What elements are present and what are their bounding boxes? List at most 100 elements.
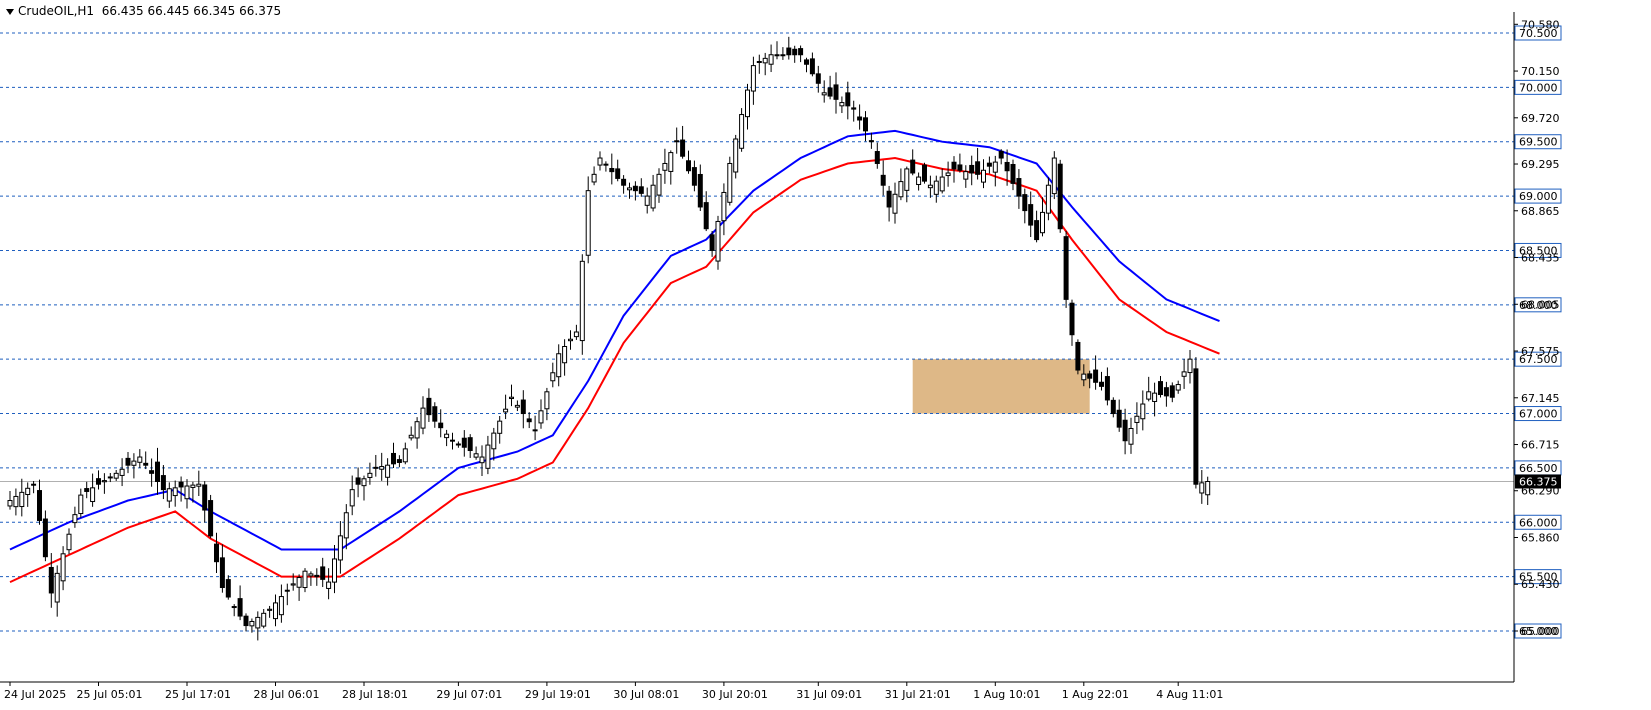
bull-candle (715, 220, 721, 262)
bull-candle (25, 487, 31, 496)
bear-candle (697, 173, 703, 208)
bull-candle (66, 533, 72, 551)
bull-candle (337, 535, 343, 561)
bear-candle (632, 185, 638, 192)
bear-candle (804, 59, 809, 65)
bear-candle (638, 186, 644, 194)
bull-candle (302, 570, 308, 589)
bear-candle (426, 397, 432, 416)
bear-candle (1087, 373, 1093, 379)
bull-candle (172, 487, 178, 497)
bear-candle (143, 462, 149, 466)
bear-candle (1016, 178, 1022, 197)
bear-candle (886, 190, 892, 208)
bear-candle (756, 61, 762, 64)
bear-candle (450, 439, 455, 442)
bull-candle (101, 480, 107, 483)
bear-candle (1116, 409, 1122, 428)
bull-candle (662, 162, 668, 171)
bear-candle (609, 167, 615, 173)
bull-candle (249, 620, 255, 627)
bull-candle (261, 612, 267, 627)
price-tick-label: 70.580 (1521, 18, 1560, 31)
bear-candle (1169, 385, 1175, 398)
bull-candle (768, 54, 774, 65)
bull-candle (627, 187, 632, 191)
time-label: 4 Aug 11:01 (1156, 688, 1223, 701)
bear-candle (910, 159, 916, 174)
time-label: 24 Jul 2025 (4, 688, 66, 701)
price-tick-label: 65.860 (1521, 531, 1560, 544)
bull-candle (491, 432, 497, 450)
bear-candle (845, 92, 851, 107)
bear-candle (1163, 387, 1169, 397)
bear-candle (48, 566, 54, 594)
bull-candle (1187, 358, 1193, 374)
bear-candle (96, 478, 101, 485)
bull-candle (1134, 415, 1140, 423)
bull-candle (514, 404, 520, 408)
bear-candle (709, 234, 715, 251)
price-tick-label: 67.575 (1521, 345, 1560, 358)
bear-candle (1004, 161, 1010, 172)
bull-candle (473, 453, 479, 458)
price-tick-label: 68.005 (1521, 298, 1560, 311)
bear-candle (1069, 302, 1075, 336)
bear-candle (532, 429, 538, 432)
bear-candle (1034, 220, 1040, 241)
bear-candle (149, 470, 155, 474)
time-label: 28 Jul 06:01 (254, 688, 320, 701)
bear-candle (1158, 381, 1163, 396)
bull-candle (568, 338, 573, 342)
price-tick-label: 66.715 (1521, 439, 1560, 452)
bull-candle (31, 483, 37, 486)
menu-triangle-icon[interactable] (6, 8, 14, 15)
time-label: 1 Aug 10:01 (973, 688, 1040, 701)
bull-candle (585, 190, 591, 256)
time-label: 25 Jul 05:01 (77, 688, 143, 701)
supply-zone (912, 359, 1090, 414)
bull-candle (367, 472, 373, 478)
bear-candle (1057, 163, 1063, 230)
bull-candle (166, 488, 172, 502)
bull-candle (579, 260, 585, 342)
bull-candle (455, 443, 461, 446)
bull-candle (290, 583, 296, 586)
bull-candle (745, 89, 750, 118)
bull-candle (408, 434, 414, 439)
bear-candle (526, 418, 532, 423)
time-label: 1 Aug 22:01 (1062, 688, 1129, 701)
bear-candle (969, 164, 975, 174)
time-label: 30 Jul 20:01 (702, 688, 768, 701)
chart-canvas[interactable]: 70.50070.00069.50069.00068.50068.00067.5… (0, 0, 1651, 706)
bull-candle (231, 606, 237, 609)
price-tick-label: 69.720 (1521, 112, 1560, 125)
time-label: 30 Jul 08:01 (613, 688, 679, 701)
bull-candle (184, 485, 190, 500)
bull-candle (137, 456, 143, 463)
bear-candle (986, 162, 992, 167)
bull-candle (1045, 184, 1051, 214)
price-chart[interactable]: 70.500 70.000 69.500 69.000 68.500 68.000 67.5… (0, 0, 1651, 706)
bull-candle (326, 581, 332, 589)
bear-candle (438, 422, 444, 429)
bear-candle (155, 461, 160, 482)
bull-candle (19, 491, 25, 508)
bull-candle (379, 466, 385, 470)
bear-candle (219, 557, 225, 589)
bull-candle (119, 468, 125, 476)
bear-candle (951, 161, 957, 170)
price-tick-label: 65.430 (1521, 578, 1560, 591)
bull-candle (992, 161, 998, 173)
bull-candle (1140, 403, 1146, 420)
bear-candle (691, 167, 697, 186)
bull-candle (839, 102, 845, 107)
bear-candle (237, 598, 243, 617)
bear-candle (874, 151, 880, 164)
bull-candle (562, 345, 568, 364)
time-label: 29 Jul 19:01 (525, 688, 591, 701)
bull-candle (503, 408, 509, 413)
bear-candle (809, 58, 815, 75)
bull-candle (113, 472, 119, 479)
bull-candle (774, 54, 780, 57)
